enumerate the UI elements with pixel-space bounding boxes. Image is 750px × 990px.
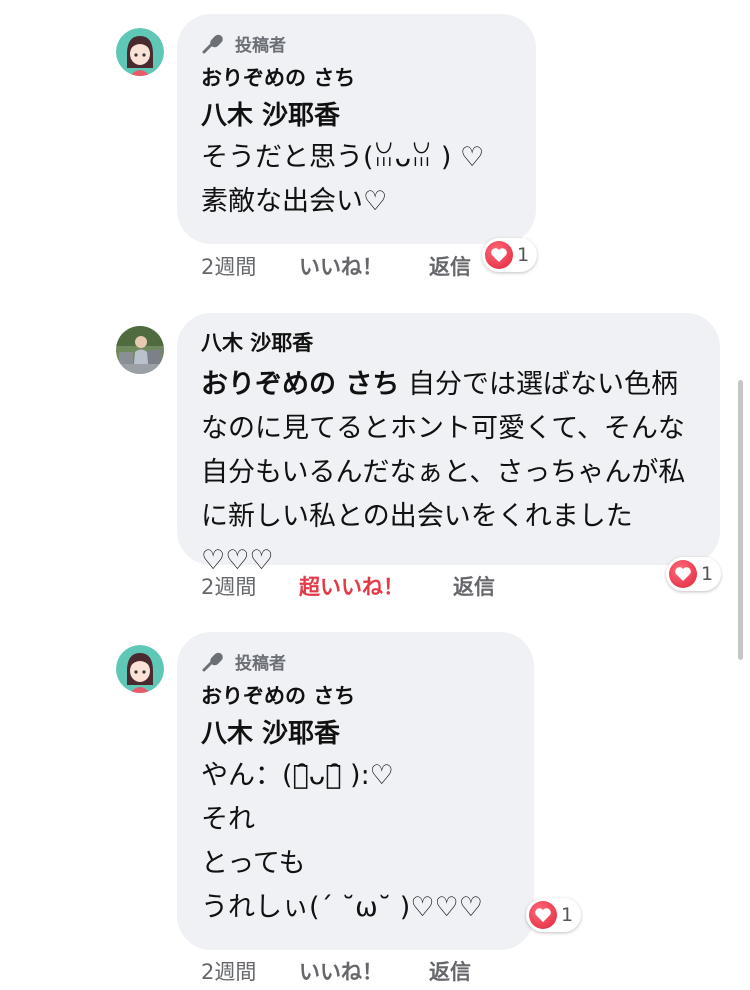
comment-text-line: うれしぃ(´ ˘ω˘ )♡♡♡ bbox=[201, 892, 483, 923]
timestamp[interactable]: 2週間 bbox=[201, 571, 299, 601]
mention-tag[interactable]: 八木 沙耶香 bbox=[201, 714, 510, 754]
reaction-count: 1 bbox=[561, 904, 574, 926]
heart-icon bbox=[485, 241, 513, 269]
timestamp[interactable]: 2週間 bbox=[201, 251, 299, 281]
comment-text-line: やん：(ꈍ̑ᴗꈍ̑ ):♡ bbox=[201, 760, 394, 791]
comment-author[interactable]: おりぞめの さち bbox=[201, 64, 512, 92]
comment-bubble: 投稿者 おりぞめの さち 八木 沙耶香 そうだと思う(ꈍᴗꈍ ) ♡ 素敵な出会… bbox=[177, 14, 536, 244]
comment-body: 自分では選ばない色柄なのに見てるとホント可愛くて、そんな自分もいるんだなぁと、さ… bbox=[201, 369, 686, 576]
avatar[interactable] bbox=[116, 645, 164, 693]
comment-text-line: とっても bbox=[201, 848, 306, 879]
heart-icon bbox=[669, 560, 697, 588]
mention-tag[interactable]: おりぞめの さち bbox=[201, 369, 399, 400]
comment-author[interactable]: おりぞめの さち bbox=[201, 682, 510, 710]
microphone-icon bbox=[202, 34, 223, 54]
super-like-button[interactable]: 超いいね！ bbox=[299, 571, 453, 601]
reply-button[interactable]: 返信 bbox=[429, 956, 471, 986]
reaction-count: 1 bbox=[517, 244, 530, 266]
comment-actions: 2週間 いいね！ 返信 bbox=[201, 956, 471, 986]
comment-bubble: 八木 沙耶香 おりぞめの さち 自分では選ばない色柄なのに見てるとホント可愛くて… bbox=[177, 313, 720, 576]
comment-bubble: 投稿者 おりぞめの さち 八木 沙耶香 やん：(ꈍ̑ᴗꈍ̑ ):♡ それ とって… bbox=[177, 632, 534, 950]
reaction-count-pill[interactable]: 1 bbox=[666, 557, 722, 591]
comment-author[interactable]: 八木 沙耶香 bbox=[201, 329, 696, 357]
reaction-count-pill[interactable]: 1 bbox=[482, 238, 538, 272]
reaction-count: 1 bbox=[701, 563, 714, 585]
avatar[interactable] bbox=[116, 326, 164, 374]
comment-text: おりぞめの さち 自分では選ばない色柄なのに見てるとホント可愛くて、そんな自分も… bbox=[201, 363, 696, 583]
timestamp[interactable]: 2週間 bbox=[201, 956, 299, 986]
comment-text-line: そうだと思う(ꈍᴗꈍ ) ♡ bbox=[201, 142, 485, 173]
comment-text-line: それ bbox=[201, 804, 255, 835]
heart-icon bbox=[529, 901, 557, 929]
mention-tag[interactable]: 八木 沙耶香 bbox=[201, 96, 512, 136]
author-badge: 投稿者 bbox=[201, 650, 510, 674]
reply-button[interactable]: 返信 bbox=[453, 571, 495, 601]
badge-label: 投稿者 bbox=[235, 653, 286, 674]
avatar[interactable] bbox=[116, 28, 164, 76]
reaction-count-pill[interactable]: 1 bbox=[526, 898, 582, 932]
like-button[interactable]: いいね！ bbox=[299, 251, 429, 281]
comment-actions: 2週間 いいね！ 返信 bbox=[201, 251, 471, 281]
scrollbar[interactable] bbox=[738, 380, 743, 660]
like-button[interactable]: いいね！ bbox=[299, 956, 429, 986]
author-badge: 投稿者 bbox=[201, 32, 512, 56]
reply-button[interactable]: 返信 bbox=[429, 251, 471, 281]
comment-actions: 2週間 超いいね！ 返信 bbox=[201, 571, 495, 601]
comment-text-line: 素敵な出会い♡ bbox=[201, 186, 388, 217]
microphone-icon bbox=[202, 652, 223, 672]
badge-label: 投稿者 bbox=[235, 35, 286, 56]
